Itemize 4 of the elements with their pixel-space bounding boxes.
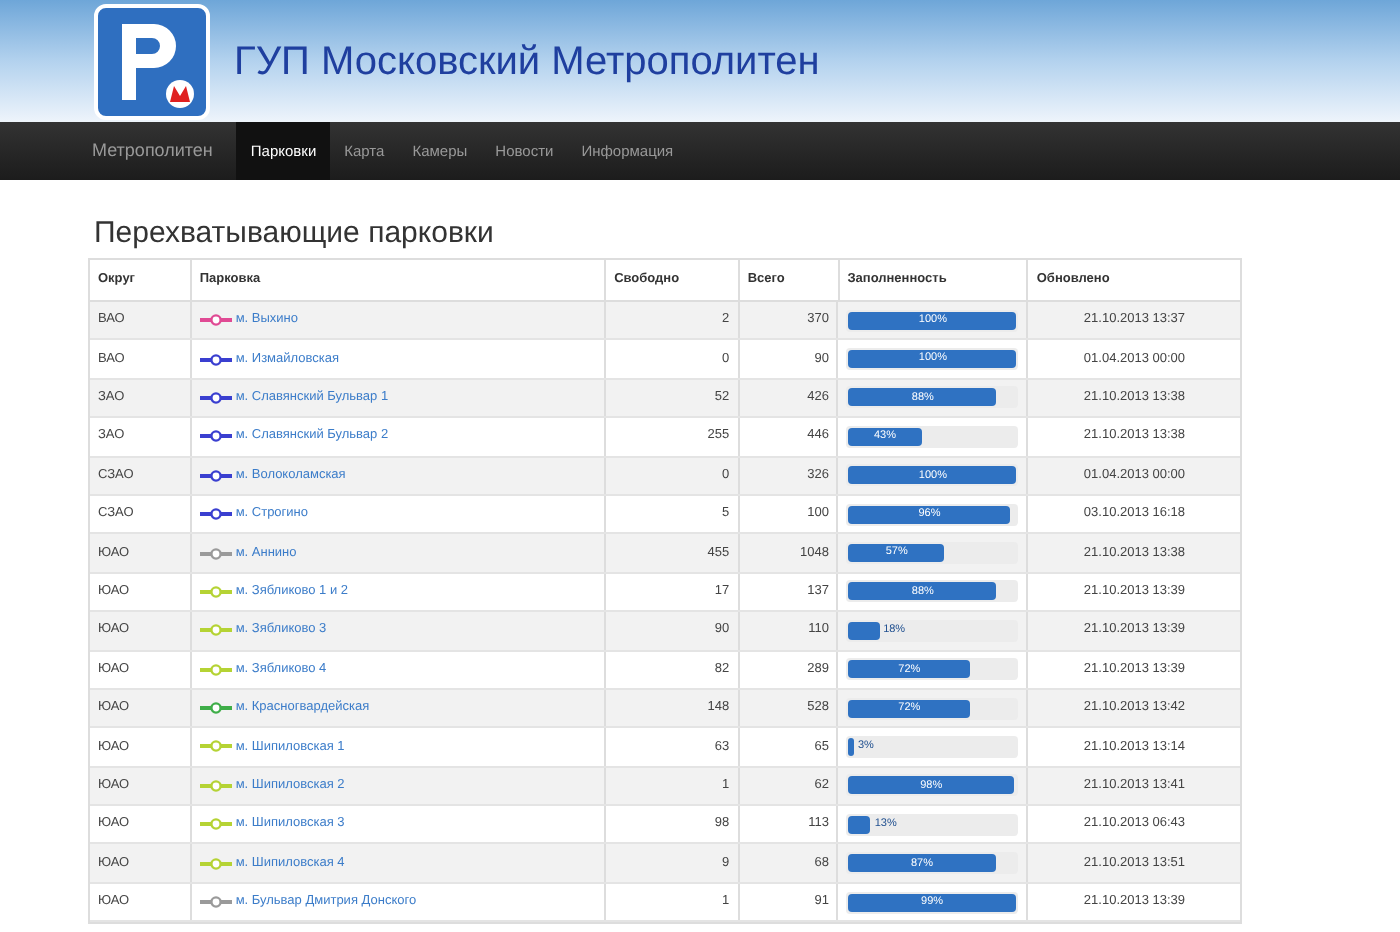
brand-link[interactable]: Метрополитен [92,137,213,165]
parking-logo-icon [94,3,210,119]
page-title: Перехватывающие парковки [94,218,496,248]
site-title: ГУП Московский Метрополитен [234,41,820,81]
